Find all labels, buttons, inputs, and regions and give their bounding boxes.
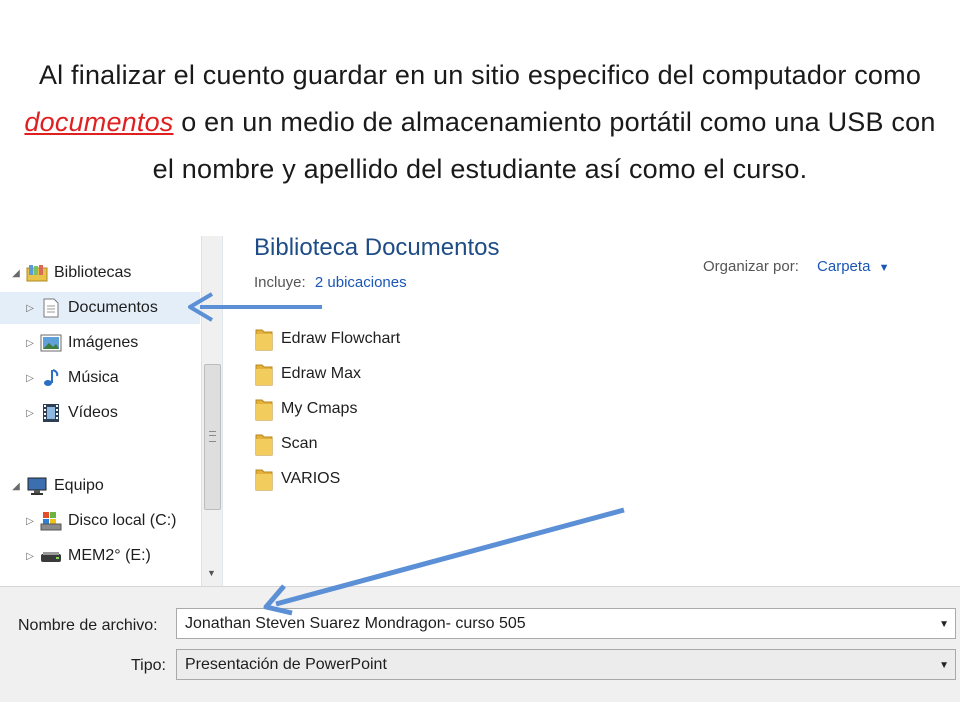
computer-icon xyxy=(26,476,48,496)
collapsed-icon[interactable]: ▷ xyxy=(24,551,36,562)
nav-label: Música xyxy=(68,369,119,386)
nav-scrollbar[interactable]: ▼ xyxy=(201,236,222,586)
nav-item-equipo[interactable]: ◢ Equipo xyxy=(10,470,104,502)
type-label: Tipo: xyxy=(131,657,166,674)
videos-icon xyxy=(40,403,62,423)
pictures-icon xyxy=(40,333,62,353)
folder-icon xyxy=(255,434,273,456)
nav-label: Documentos xyxy=(68,299,158,316)
nav-item-documentos[interactable]: ▷ Documentos xyxy=(0,292,200,324)
type-value: Presentación de PowerPoint xyxy=(185,655,387,673)
nav-item-videos[interactable]: ▷ Vídeos xyxy=(24,397,118,429)
folder-item[interactable]: Edraw Max xyxy=(254,359,361,389)
arrange-label: Organizar por: xyxy=(703,258,799,275)
usb-drive-icon xyxy=(40,546,62,566)
instruction-caption: Al finalizar el cuento guardar en un sit… xyxy=(20,52,940,193)
folder-item[interactable]: Scan xyxy=(254,429,317,459)
nav-item-disco-local[interactable]: ▷ Disco local (C:) xyxy=(24,505,176,537)
collapsed-icon[interactable]: ▷ xyxy=(24,408,36,419)
folder-item[interactable]: Edraw Flowchart xyxy=(254,324,400,354)
folder-item[interactable]: My Cmaps xyxy=(254,394,357,424)
folder-item[interactable]: VARIOS xyxy=(254,464,340,494)
folder-icon xyxy=(255,364,273,386)
folder-name: Edraw Flowchart xyxy=(281,330,401,347)
type-select[interactable]: Presentación de PowerPoint ▼ xyxy=(176,649,956,680)
navigation-pane: ◢ Bibliotecas ▷ Documentos ▷ Imágenes ▷ xyxy=(0,236,223,586)
chevron-down-icon[interactable]: ▼ xyxy=(939,660,949,671)
nav-item-bibliotecas[interactable]: ◢ Bibliotecas xyxy=(10,257,131,289)
nav-label: Bibliotecas xyxy=(54,264,132,281)
scrollbar-thumb[interactable] xyxy=(204,364,221,510)
collapsed-icon[interactable]: ▷ xyxy=(24,338,36,349)
caption-text-after: o en un medio de almacenamiento portátil… xyxy=(152,107,936,184)
includes-link[interactable]: 2 ubicaciones xyxy=(315,274,407,291)
library-title: Biblioteca Documentos xyxy=(254,234,500,261)
nav-item-usb[interactable]: ▷ MEM2° (E:) xyxy=(24,540,151,572)
includes-label: Incluye: xyxy=(254,274,306,291)
nav-label: Vídeos xyxy=(68,404,118,421)
caption-text-before: Al finalizar el cuento guardar en un sit… xyxy=(38,60,922,90)
nav-label: Equipo xyxy=(54,477,104,494)
library-includes: Incluye: 2 ubicaciones xyxy=(254,274,407,291)
arrange-by: Organizar por: Carpeta ▼ xyxy=(703,258,889,275)
scroll-down-icon[interactable]: ▼ xyxy=(207,568,216,578)
nav-item-musica[interactable]: ▷ Música xyxy=(24,362,119,394)
folder-icon xyxy=(255,469,273,491)
local-disk-icon xyxy=(40,511,62,531)
arrange-dropdown[interactable]: Carpeta xyxy=(817,258,870,275)
document-icon xyxy=(40,298,62,318)
music-icon xyxy=(40,368,62,388)
save-options-bar: Nombre de archivo: Jonathan Steven Suare… xyxy=(0,586,960,702)
grip-icon xyxy=(209,431,216,442)
caption-highlight: documentos xyxy=(24,107,174,137)
filename-input[interactable]: Jonathan Steven Suarez Mondragon- curso … xyxy=(176,608,956,639)
filename-value: Jonathan Steven Suarez Mondragon- curso … xyxy=(185,614,526,632)
folder-name: Edraw Max xyxy=(281,365,362,382)
nav-item-imagenes[interactable]: ▷ Imágenes xyxy=(24,327,138,359)
folder-name: VARIOS xyxy=(281,470,341,487)
nav-label: Disco local (C:) xyxy=(68,512,177,529)
collapsed-icon[interactable]: ▷ xyxy=(24,516,36,527)
expanded-icon[interactable]: ◢ xyxy=(10,268,22,279)
collapsed-icon[interactable]: ▷ xyxy=(24,303,36,314)
nav-label: MEM2° (E:) xyxy=(68,547,151,564)
libraries-icon xyxy=(26,263,48,283)
nav-label: Imágenes xyxy=(68,334,139,351)
folder-icon xyxy=(255,399,273,421)
filename-label: Nombre de archivo: xyxy=(18,617,158,634)
folder-icon xyxy=(255,329,273,351)
chevron-down-icon[interactable]: ▼ xyxy=(939,619,949,630)
folder-name: My Cmaps xyxy=(281,400,358,417)
save-dialog: ◢ Bibliotecas ▷ Documentos ▷ Imágenes ▷ xyxy=(0,234,960,702)
collapsed-icon[interactable]: ▷ xyxy=(24,373,36,384)
content-pane: Biblioteca Documentos Incluye: 2 ubicaci… xyxy=(223,234,960,586)
chevron-down-icon[interactable]: ▼ xyxy=(879,262,890,274)
expanded-icon[interactable]: ◢ xyxy=(10,481,22,492)
folder-name: Scan xyxy=(281,435,318,452)
